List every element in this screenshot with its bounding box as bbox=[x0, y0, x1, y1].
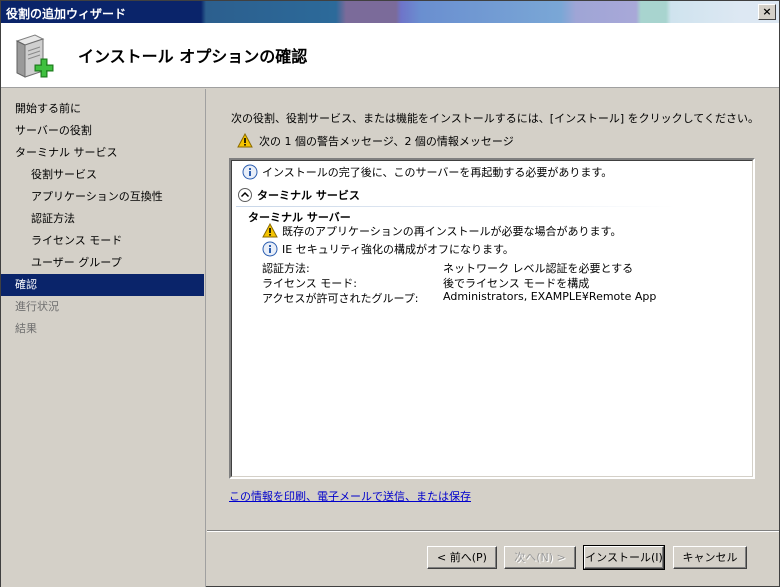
setting-value: 後でライセンス モードを構成 bbox=[443, 277, 590, 290]
main-panel: 次の役割、役割サービス、または機能をインストールするには、[インストール] をク… bbox=[207, 89, 779, 587]
nav-item[interactable]: サーバーの役割 bbox=[1, 120, 204, 142]
setting-value: Administrators, EXAMPLE¥Remote App bbox=[443, 290, 657, 303]
warning-row: 既存のアプリケーションの再インストールが必要な場合があります。 bbox=[262, 223, 621, 239]
setting-key: ライセンス モード: bbox=[262, 277, 357, 290]
server-add-icon bbox=[13, 31, 61, 79]
restart-info-row: インストールの完了後に、このサーバーを再起動する必要があります。 bbox=[242, 164, 612, 180]
wizard-header: インストール オプションの確認 bbox=[1, 23, 779, 88]
nav-item[interactable]: ライセンス モード bbox=[1, 230, 204, 252]
section-terminal-services[interactable]: ターミナル サービス bbox=[237, 187, 360, 203]
message-summary-text: 次の 1 個の警告メッセージ、2 個の情報メッセージ bbox=[259, 135, 514, 148]
title-bar[interactable]: 役割の追加ウィザード × bbox=[1, 1, 779, 23]
nav-item: 結果 bbox=[15, 322, 37, 335]
section-title: ターミナル サービス bbox=[257, 189, 360, 202]
wizard-window: 役割の追加ウィザード × インストール オプションの確認 開始する前に サーバーの… bbox=[0, 0, 780, 587]
print-email-save-link[interactable]: この情報を印刷、電子メールで送信、または保存 bbox=[229, 488, 471, 504]
nav-item[interactable]: ターミナル サービス bbox=[1, 142, 204, 164]
nav-item[interactable]: 役割サービス bbox=[1, 164, 204, 186]
collapse-chevron-icon[interactable] bbox=[237, 187, 253, 203]
nav-item[interactable]: 開始する前に bbox=[1, 98, 204, 120]
info-icon bbox=[262, 241, 278, 257]
warning-text: 既存のアプリケーションの再インストールが必要な場合があります。 bbox=[282, 225, 622, 238]
setting-key: アクセスが許可されたグループ: bbox=[262, 292, 419, 305]
info-row: IE セキュリティ強化の構成がオフになります。 bbox=[262, 241, 514, 257]
install-button[interactable]: インストール(I) bbox=[583, 545, 665, 570]
info-text: IE セキュリティ強化の構成がオフになります。 bbox=[282, 243, 514, 256]
back-button[interactable]: < 前へ(P) bbox=[427, 546, 497, 569]
setting-key: 認証方法: bbox=[262, 262, 310, 275]
instruction-text: 次の役割、役割サービス、または機能をインストールするには、[インストール] をク… bbox=[231, 112, 759, 125]
footer-divider bbox=[207, 530, 779, 532]
info-icon bbox=[242, 164, 258, 180]
setting-value: ネットワーク レベル認証を必要とする bbox=[443, 262, 634, 275]
details-box[interactable]: インストールの完了後に、このサーバーを再起動する必要があります。 ターミナル サ… bbox=[229, 158, 755, 479]
page-title: インストール オプションの確認 bbox=[78, 47, 308, 66]
warning-icon bbox=[262, 223, 278, 239]
nav-item[interactable]: アプリケーションの互換性 bbox=[1, 186, 204, 208]
nav-list: 開始する前に サーバーの役割 ターミナル サービス 役割サービス アプリケーションの互換… bbox=[1, 98, 204, 340]
nav-item[interactable]: 確認 bbox=[1, 274, 204, 296]
nav-item[interactable]: ユーザー グループ bbox=[1, 252, 204, 274]
next-button[interactable]: 次へ(N) > bbox=[504, 546, 576, 569]
nav-item[interactable]: 認証方法 bbox=[1, 208, 204, 230]
close-button[interactable]: × bbox=[758, 4, 776, 20]
section-divider bbox=[236, 206, 676, 207]
cancel-button[interactable]: キャンセル bbox=[673, 546, 747, 569]
message-summary: 次の 1 個の警告メッセージ、2 個の情報メッセージ bbox=[237, 133, 514, 149]
window-title: 役割の追加ウィザード bbox=[6, 7, 127, 21]
nav-item: 進行状況 bbox=[15, 300, 59, 313]
restart-info-text: インストールの完了後に、このサーバーを再起動する必要があります。 bbox=[262, 166, 613, 179]
warning-icon bbox=[237, 133, 253, 149]
wizard-nav: 開始する前に サーバーの役割 ターミナル サービス 役割サービス アプリケーションの互換… bbox=[1, 89, 206, 587]
